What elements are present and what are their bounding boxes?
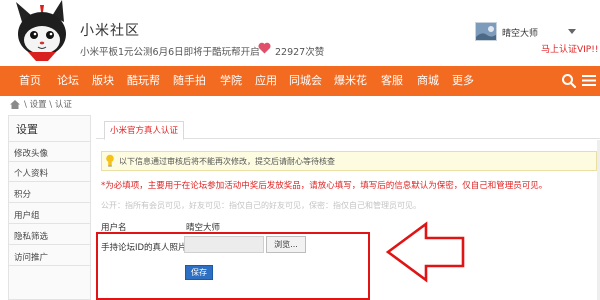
sidebar-title: 设置 [16,123,38,136]
mi-bunny-mascot[interactable] [8,0,74,62]
divider [8,265,91,266]
divider [8,141,91,142]
sidebar-item-profile[interactable]: 个人资料 [14,167,48,179]
file-path-field[interactable] [184,236,264,253]
nav-item-service[interactable]: 客服 [381,66,403,96]
sidebar-item-points[interactable]: 积分 [14,188,31,200]
required-note: *为必填项，主要用于在论坛参加活动中奖后发放奖品，请放心填写，填写后的信息默认为… [101,181,548,191]
site-title[interactable]: 小米社区 [80,20,140,40]
nav-item-forum[interactable]: 论坛 [57,66,79,96]
tab-real-name-verification[interactable]: 小米官方真人认证 [104,121,184,140]
nav-item-kuwanbang[interactable]: 酷玩帮 [127,66,160,96]
save-button[interactable]: 保存 [185,265,213,280]
sidebar-item-avatar[interactable]: 修改头像 [14,147,48,159]
nav-item-boards[interactable]: 版块 [92,66,114,96]
settings-sidebar [8,115,91,300]
heart-icon [258,42,271,54]
sidebar-item-usergroup[interactable]: 用户组 [14,209,40,221]
main-nav: 首页 论坛 版块 酷玩帮 随手拍 学院 应用 同城会 爆米花 客服 商城 更多 [0,66,600,96]
search-icon[interactable] [561,73,577,89]
likes-count: 22927次赞 [275,47,325,58]
divider [8,223,91,224]
privacy-note: 公开：指所有会员可见，好友可见：指仅自己的好友可见，保密：指仅自己和管理员可见。 [101,201,421,210]
breadcrumb[interactable]: \ 设置 \ 认证 [24,98,72,110]
arrow-annotation [385,221,465,283]
lightbulb-icon [106,154,114,167]
browse-button[interactable]: 浏览... [266,236,306,253]
notice-text: 以下信息通过审核后将不能再次修改，提交后请耐心等待核查 [119,157,335,166]
nav-item-photos[interactable]: 随手拍 [173,66,206,96]
divider [8,202,91,203]
vip-verify-link[interactable]: 马上认证VIP!! [541,42,598,55]
divider [8,181,91,182]
photo-upload-label: 手持论坛ID的真人照片 [101,243,187,253]
nav-item-apps[interactable]: 应用 [255,66,277,96]
menu-icon[interactable] [582,74,596,87]
home-icon[interactable] [10,100,20,109]
nav-item-academy[interactable]: 学院 [220,66,242,96]
divider [8,161,91,162]
sidebar-item-privacy[interactable]: 隐私筛选 [14,230,48,242]
chevron-down-icon[interactable] [568,29,576,34]
divider [8,244,91,245]
nav-item-home[interactable]: 首页 [19,66,41,96]
nav-item-baomihua[interactable]: 爆米花 [334,66,367,96]
nav-item-city[interactable]: 同城会 [289,66,322,96]
avatar[interactable] [475,22,497,41]
announcement-link[interactable]: 小米平板1元公测6月6日即将于酷玩帮开启 [80,44,260,58]
sidebar-item-promotion[interactable]: 访问推广 [14,251,48,263]
nav-item-more[interactable]: 更多 [452,66,474,96]
nav-item-store[interactable]: 商城 [417,66,439,96]
username-menu[interactable]: 晴空大师 [502,26,538,39]
